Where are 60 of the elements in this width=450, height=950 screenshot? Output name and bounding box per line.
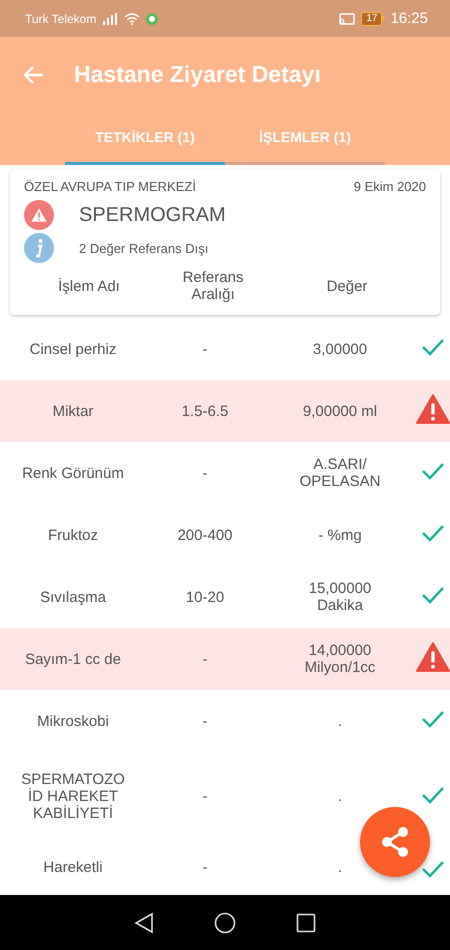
app-icon [146, 12, 158, 24]
share-icon [380, 826, 410, 858]
result-value: - %mg [318, 526, 362, 544]
reference-range: - [202, 788, 208, 805]
info-icon [24, 233, 54, 263]
result-value: . [338, 788, 342, 805]
result-value: 9,00000 ml [302, 402, 378, 420]
carrier-name: Turk Telekom [25, 12, 96, 26]
column-header: Değer [326, 278, 368, 294]
column-header: İşlem Adı [58, 278, 120, 294]
check-icon [421, 461, 445, 481]
result-value: . [338, 859, 342, 876]
reference-range: - [202, 464, 208, 482]
test-item-name: Miktar [52, 402, 94, 420]
column-header: Referans Aralığı [182, 269, 244, 303]
test-item-name: Fruktoz [48, 526, 98, 544]
home-icon[interactable] [214, 912, 236, 934]
reference-range: 200-400 [177, 526, 233, 544]
reference-range: - [202, 859, 208, 876]
share-button[interactable] [360, 807, 430, 877]
test-item-name: Mikroskobi [37, 712, 109, 730]
test-item-name: SPERMATOZO İD HAREKET KABİLİYETİ [20, 771, 126, 822]
check-icon [421, 709, 445, 729]
wifi-icon [124, 12, 140, 24]
reference-range: - [202, 340, 208, 358]
check-icon [421, 859, 445, 879]
result-value: A.SARI/ OPELASAN [298, 456, 382, 490]
warning-icon [416, 642, 450, 672]
recents-icon[interactable] [296, 912, 316, 932]
reference-range: - [202, 712, 208, 730]
result-value: 14,00000 Milyon/1cc [304, 642, 376, 676]
screen-title: Hastane Ziyaret Detayı [74, 61, 321, 88]
test-item-name: Hareketli [43, 859, 103, 876]
check-icon [421, 585, 445, 605]
tab[interactable]: TETKİKLER (1) [65, 112, 225, 165]
check-icon [421, 337, 445, 357]
battery-icon: 17 [361, 12, 382, 26]
warning-icon [416, 394, 450, 424]
test-name: SPERMOGRAM [79, 204, 226, 226]
test-item-name: Renk Görünüm [22, 464, 124, 482]
check-icon [421, 784, 445, 804]
info-text: 2 Değer Referans Dışı [79, 240, 208, 256]
test-item-name: Sıvılaşma [40, 588, 106, 606]
check-icon [421, 523, 445, 543]
test-item-name: Sayım-1 cc de [25, 650, 121, 668]
test-date: 9 Ekim 2020 [354, 179, 426, 194]
reference-range: - [202, 650, 208, 668]
clock: 16:25 [390, 10, 428, 27]
result-value: 3,00000 [312, 340, 368, 358]
tab[interactable]: İŞLEMLER (1) [225, 112, 385, 165]
result-value: 15,00000 Dakika [308, 580, 372, 614]
cast-icon [339, 12, 356, 24]
signal-icon [102, 12, 118, 24]
reference-range: 10-20 [186, 588, 224, 606]
result-value: . [338, 712, 342, 730]
test-item-name: Cinsel perhiz [30, 340, 116, 358]
back-icon[interactable] [134, 912, 154, 934]
reference-range: 1.5-6.5 [182, 402, 228, 420]
facility-name: ÖZEL AVRUPA TIP MERKEZİ [24, 179, 196, 194]
warning-badge-icon [24, 200, 54, 230]
